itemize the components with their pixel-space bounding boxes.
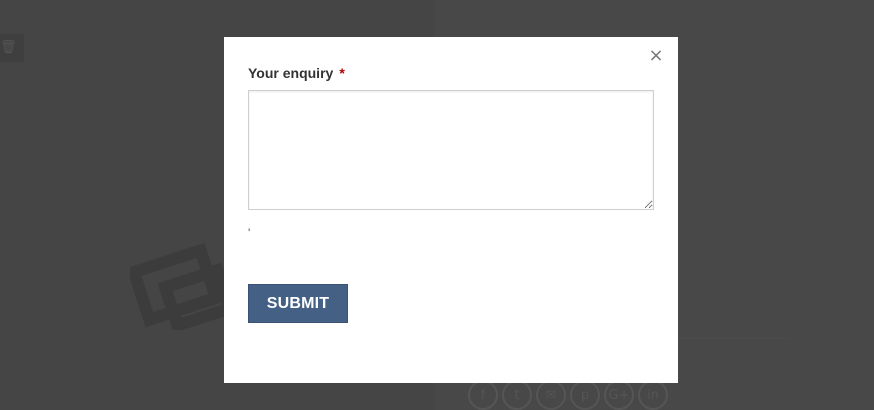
- twitter-icon: t: [502, 380, 532, 410]
- pinterest-icon: p: [570, 380, 600, 410]
- enquiry-label-text: Your enquiry: [248, 65, 334, 81]
- trash-icon: 🗑: [0, 39, 17, 54]
- linkedin-icon: in: [638, 380, 668, 410]
- share-icons: f t ✉ p G+ in: [468, 380, 668, 410]
- email-icon: ✉: [536, 380, 566, 410]
- enquiry-modal: × Your enquiry * ' SUBMIT: [224, 37, 678, 383]
- facebook-icon: f: [468, 380, 498, 410]
- required-asterisk: *: [339, 65, 345, 81]
- enquiry-label: Your enquiry *: [248, 65, 345, 81]
- google-plus-icon: G+: [604, 380, 634, 410]
- close-icon[interactable]: ×: [648, 47, 664, 65]
- stray-text-mark: ': [248, 226, 251, 240]
- submit-button[interactable]: SUBMIT: [248, 284, 348, 323]
- enquiry-textarea[interactable]: [248, 90, 654, 210]
